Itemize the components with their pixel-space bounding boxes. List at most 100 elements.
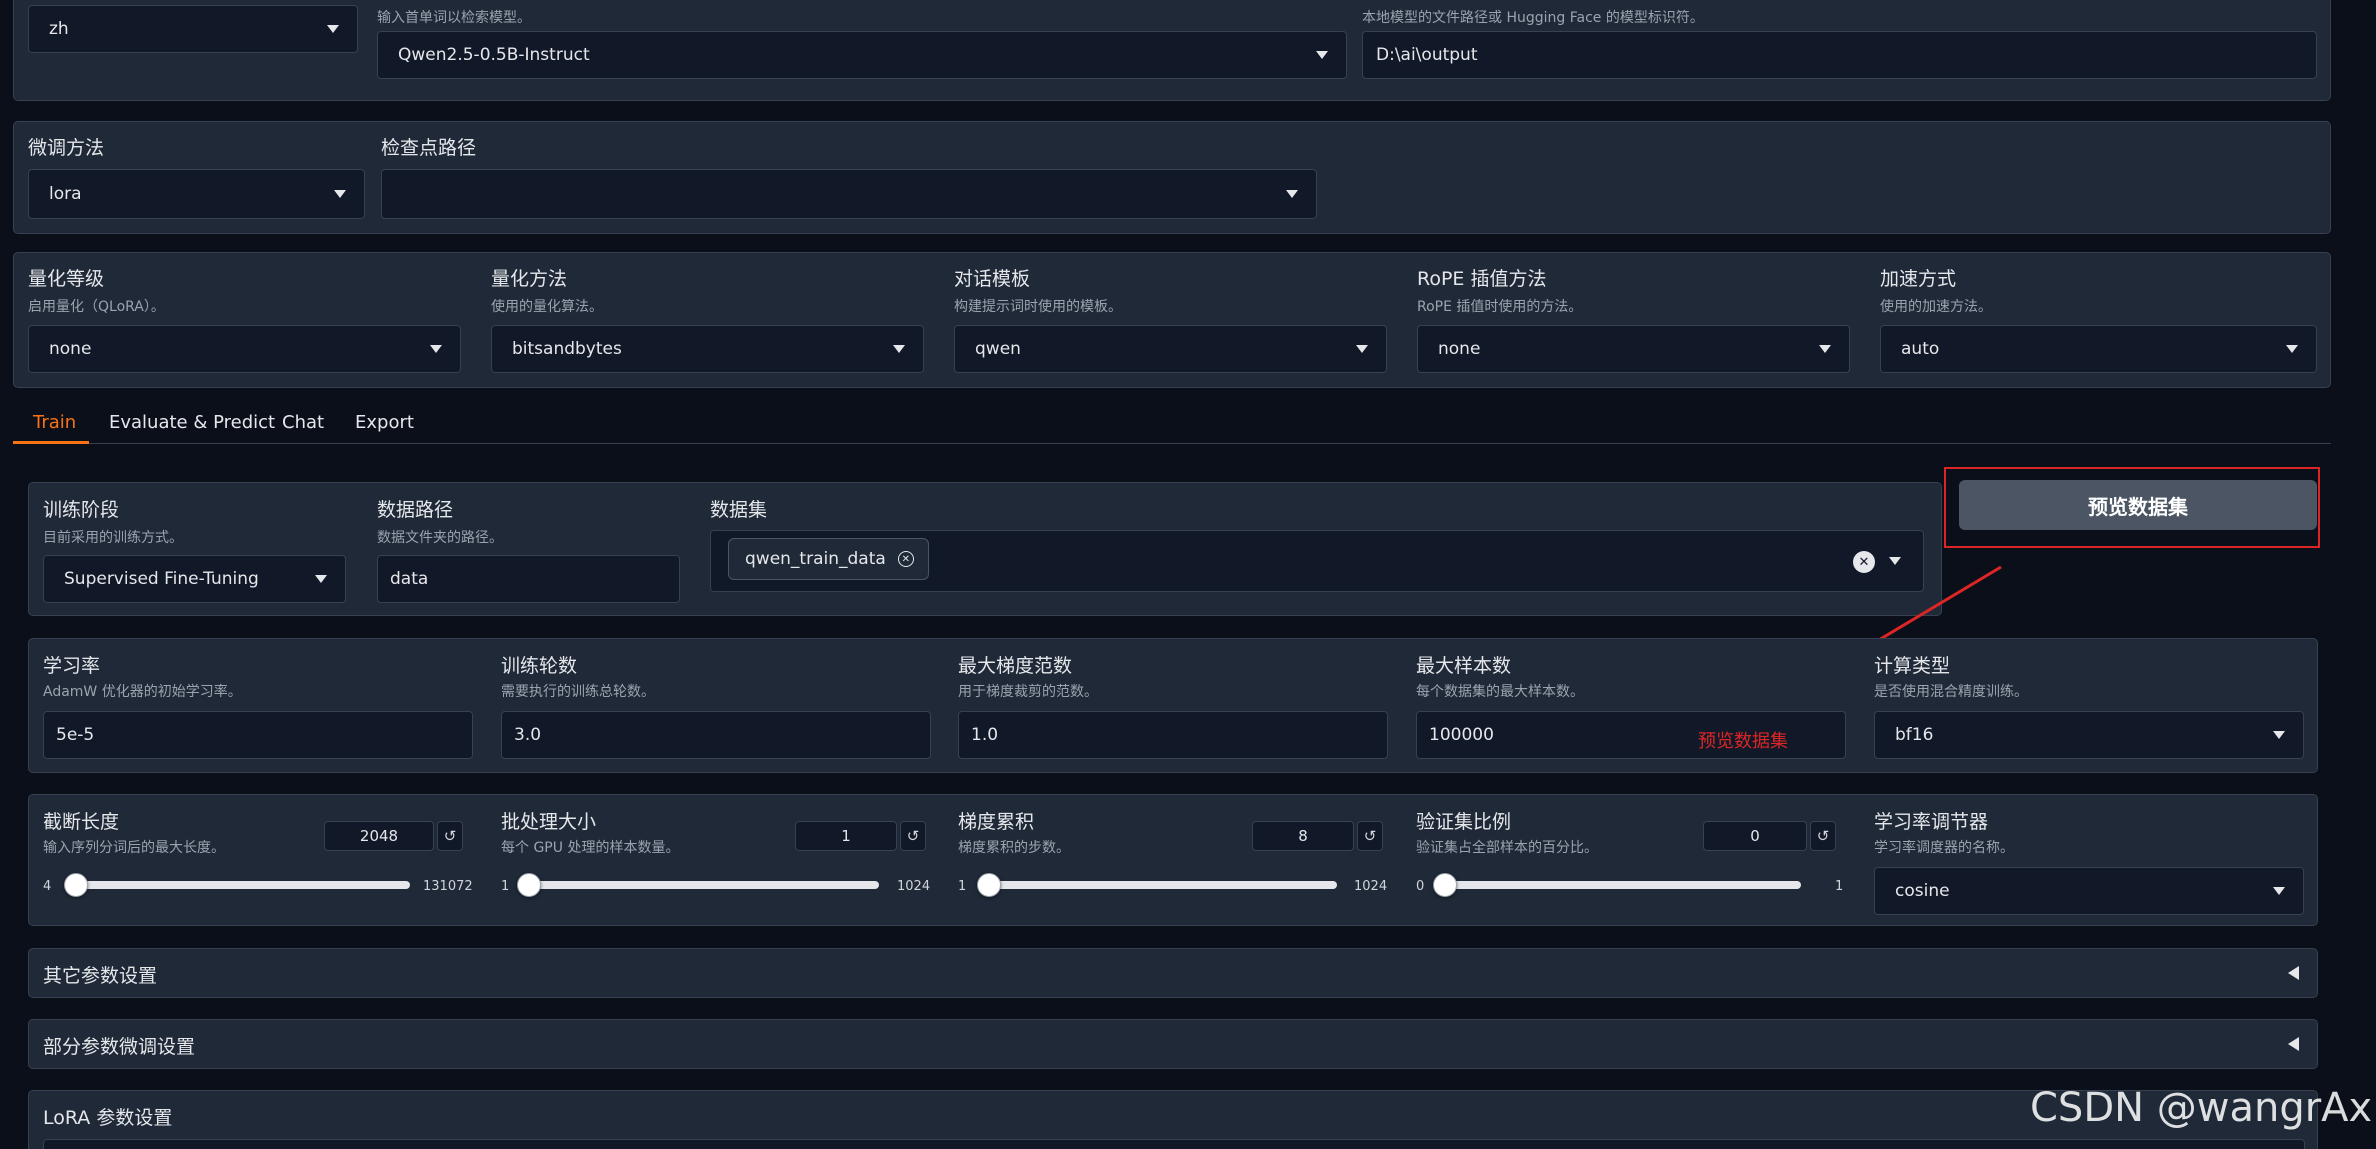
- batch-size-label: 批处理大小: [501, 811, 597, 833]
- tab-export[interactable]: Export: [355, 412, 414, 433]
- quant-bit-label: 量化等级: [28, 268, 105, 290]
- rope-value: none: [1438, 339, 1481, 359]
- slider-handle[interactable]: [517, 873, 541, 897]
- tab-chat[interactable]: Chat: [282, 412, 324, 433]
- chevron-down-icon: [1819, 345, 1831, 353]
- chevron-down-icon: [1286, 190, 1298, 198]
- model-name-select[interactable]: Qwen2.5-0.5B-Instruct: [377, 31, 1347, 79]
- model-path-input[interactable]: D:\ai\output: [1362, 31, 2317, 79]
- epochs-label: 训练轮数: [501, 655, 578, 677]
- accordion-freeze-tuning[interactable]: 部分参数微调设置: [28, 1019, 2318, 1069]
- booster-label: 加速方式: [1880, 268, 1957, 290]
- learning-rate-value: 5e-5: [56, 725, 95, 745]
- batch-size-number[interactable]: 1: [795, 821, 897, 851]
- cutoff-len-info: 输入序列分词后的最大长度。: [43, 840, 225, 856]
- chevron-down-icon: [2273, 887, 2285, 895]
- training-stage-info: 目前采用的训练方式。: [43, 530, 183, 546]
- quant-method-select[interactable]: bitsandbytes: [491, 325, 924, 373]
- accordion-extra-args-label: 其它参数设置: [43, 965, 158, 987]
- epochs-input[interactable]: 3.0: [501, 711, 931, 759]
- chevron-down-icon: [327, 25, 339, 33]
- cutoff-len-min: 4: [43, 879, 52, 894]
- preview-dataset-button[interactable]: 预览数据集: [1959, 480, 2317, 530]
- compute-type-info: 是否使用混合精度训练。: [1874, 684, 2028, 700]
- dataset-clear-icon[interactable]: ✕: [1853, 551, 1875, 573]
- chevron-down-icon: [2273, 731, 2285, 739]
- batch-size-slider[interactable]: [517, 873, 879, 897]
- chevron-down-icon: [1316, 51, 1328, 59]
- val-size-slider[interactable]: [1433, 873, 1801, 897]
- batch-size-max: 1024: [897, 879, 931, 894]
- lr-scheduler-select[interactable]: cosine: [1874, 867, 2304, 915]
- learning-rate-label: 学习率: [43, 655, 101, 677]
- val-size-max: 1: [1835, 879, 1844, 894]
- language-select[interactable]: zh: [28, 5, 358, 53]
- reset-icon[interactable]: ↺: [1810, 821, 1836, 851]
- chevron-down-icon: [430, 345, 442, 353]
- template-select[interactable]: qwen: [954, 325, 1387, 373]
- booster-select[interactable]: auto: [1880, 325, 2317, 373]
- model-path-value: D:\ai\output: [1376, 45, 1478, 65]
- reset-icon[interactable]: ↺: [437, 821, 463, 851]
- hparam-panel: 学习率 AdamW 优化器的初始学习率。 5e-5 训练轮数 需要执行的训练总轮…: [28, 638, 2318, 773]
- rope-select[interactable]: none: [1417, 325, 1850, 373]
- dataset-chip-label: qwen_train_data: [745, 549, 886, 569]
- slider-handle[interactable]: [1433, 873, 1457, 897]
- chevron-down-icon[interactable]: [1889, 557, 1901, 565]
- grad-accum-number[interactable]: 8: [1252, 821, 1354, 851]
- dataset-panel: 训练阶段 目前采用的训练方式。 Supervised Fine-Tuning 数…: [28, 482, 1942, 616]
- cutoff-len-number[interactable]: 2048: [324, 821, 434, 851]
- slider-handle[interactable]: [64, 873, 89, 897]
- compute-type-select[interactable]: bf16: [1874, 711, 2304, 759]
- accordion-freeze-tuning-label: 部分参数微调设置: [43, 1036, 196, 1058]
- chevron-down-icon: [2286, 345, 2298, 353]
- val-size-label: 验证集比例: [1416, 811, 1512, 833]
- quant-bit-select[interactable]: none: [28, 325, 461, 373]
- tab-train[interactable]: Train: [33, 412, 76, 433]
- collapse-arrow-icon: [2288, 966, 2299, 980]
- finetune-method-label: 微调方法: [28, 137, 105, 159]
- grad-accum-slider[interactable]: [977, 873, 1337, 897]
- max-samples-label: 最大样本数: [1416, 655, 1512, 677]
- lora-inner-field: [43, 1139, 2305, 1149]
- rope-info: RoPE 插值时使用的方法。: [1417, 299, 1583, 315]
- checkpoint-path-select[interactable]: [381, 169, 1317, 219]
- data-dir-value: data: [390, 569, 429, 589]
- chip-remove-icon[interactable]: ✕: [897, 551, 914, 567]
- rope-label: RoPE 插值方法: [1417, 268, 1547, 290]
- max-grad-norm-value: 1.0: [971, 725, 999, 745]
- learning-rate-input[interactable]: 5e-5: [43, 711, 473, 759]
- template-label: 对话模板: [954, 268, 1031, 290]
- data-dir-info: 数据文件夹的路径。: [377, 530, 503, 546]
- watermark-text: CSDN @wangrAx: [2030, 1085, 2373, 1131]
- data-dir-input[interactable]: data: [377, 555, 680, 603]
- reset-icon[interactable]: ↺: [1357, 821, 1383, 851]
- cutoff-len-label: 截断长度: [43, 811, 120, 833]
- val-size-number[interactable]: 0: [1703, 821, 1807, 851]
- booster-value: auto: [1901, 339, 1940, 359]
- finetune-panel: 微调方法 lora 检查点路径: [13, 121, 2331, 234]
- chevron-down-icon: [315, 575, 327, 583]
- accordion-extra-args[interactable]: 其它参数设置: [28, 948, 2318, 998]
- max-grad-norm-info: 用于梯度裁剪的范数。: [958, 684, 1098, 700]
- model-path-info: 本地模型的文件路径或 Hugging Face 的模型标识符。: [1362, 10, 1704, 26]
- training-stage-select[interactable]: Supervised Fine-Tuning: [43, 555, 346, 603]
- val-size-min: 0: [1416, 879, 1425, 894]
- compute-type-value: bf16: [1895, 725, 1934, 745]
- accordion-lora[interactable]: LoRA 参数设置: [28, 1090, 2318, 1149]
- quant-bit-value: none: [49, 339, 92, 359]
- finetune-method-select[interactable]: lora: [28, 169, 365, 219]
- tab-evaluate[interactable]: Evaluate & Predict: [109, 412, 275, 433]
- template-info: 构建提示词时使用的模板。: [954, 299, 1122, 315]
- checkpoint-path-label: 检查点路径: [381, 137, 477, 159]
- epochs-value: 3.0: [514, 725, 542, 745]
- model-name-info: 输入首单词以检索模型。: [377, 10, 531, 26]
- cutoff-len-slider[interactable]: [64, 873, 410, 897]
- quant-method-value: bitsandbytes: [512, 339, 622, 359]
- quant-method-info: 使用的量化算法。: [491, 299, 603, 315]
- max-grad-norm-input[interactable]: 1.0: [958, 711, 1388, 759]
- tab-bar: Train Evaluate & Predict Chat Export: [13, 400, 2331, 444]
- slider-handle[interactable]: [977, 873, 1002, 897]
- reset-icon[interactable]: ↺: [900, 821, 926, 851]
- max-samples-value: 100000: [1429, 725, 1494, 745]
